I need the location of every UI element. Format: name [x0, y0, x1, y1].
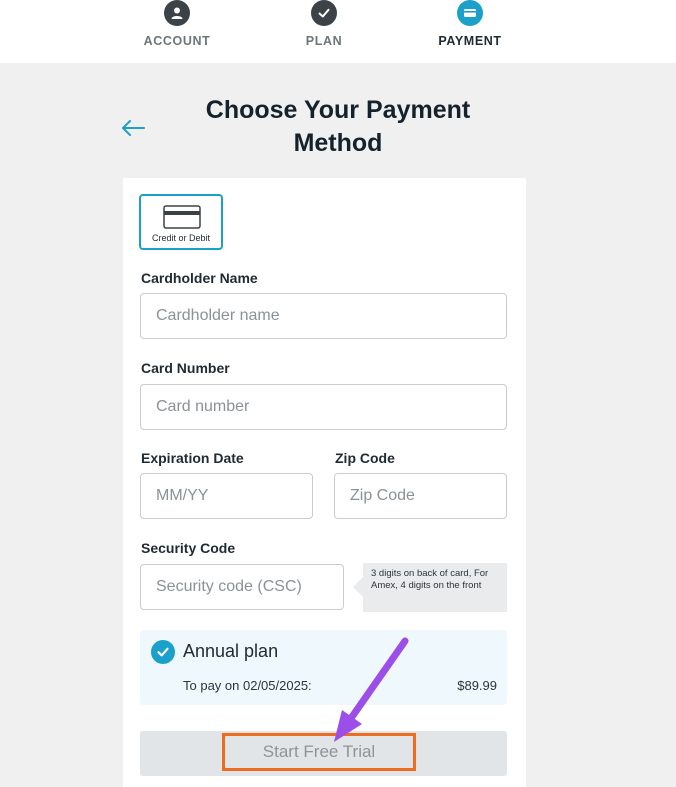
expiration-date-input[interactable]	[140, 473, 313, 519]
security-code-input[interactable]	[140, 564, 344, 610]
plan-name: Annual plan	[183, 641, 279, 661]
cardholder-name-label: Cardholder Name	[141, 270, 258, 286]
zip-code-input[interactable]	[334, 473, 507, 519]
page-title: Choose Your Payment Method	[205, 96, 471, 157]
start-trial-bar: Start Free Trial	[140, 731, 507, 776]
plan-pay-date: To pay on 02/05/2025:	[183, 678, 312, 693]
step-label-account: ACCOUNT	[143, 34, 211, 48]
progress-stepper: ACCOUNT PLAN PAYMENT	[0, 0, 676, 63]
plan-price: $89.99	[457, 678, 497, 693]
payment-method-credit-debit[interactable]: Credit or Debit	[139, 194, 223, 250]
payment-form-card: Credit or Debit Cardholder Name Card Num…	[123, 178, 526, 787]
security-code-hint: 3 digits on back of card, For Amex, 4 di…	[353, 563, 507, 612]
cardholder-name-input[interactable]	[140, 293, 507, 339]
card-icon	[457, 0, 483, 26]
user-icon	[164, 0, 190, 26]
payment-method-label: Credit or Debit	[151, 233, 211, 243]
step-label-payment: PAYMENT	[438, 34, 502, 48]
card-number-label: Card Number	[141, 360, 230, 376]
start-free-trial-button[interactable]: Start Free Trial	[222, 733, 416, 771]
check-icon	[311, 0, 337, 26]
plan-checked-icon[interactable]	[151, 640, 175, 664]
credit-card-icon	[163, 205, 201, 229]
back-arrow-icon[interactable]	[119, 118, 147, 138]
plan-summary: Annual plan To pay on 02/05/2025: $89.99	[140, 630, 507, 705]
expiration-date-label: Expiration Date	[141, 450, 244, 466]
security-code-label: Security Code	[141, 540, 236, 556]
zip-code-label: Zip Code	[335, 450, 395, 466]
step-label-plan: PLAN	[305, 34, 343, 48]
card-number-input[interactable]	[140, 384, 507, 430]
